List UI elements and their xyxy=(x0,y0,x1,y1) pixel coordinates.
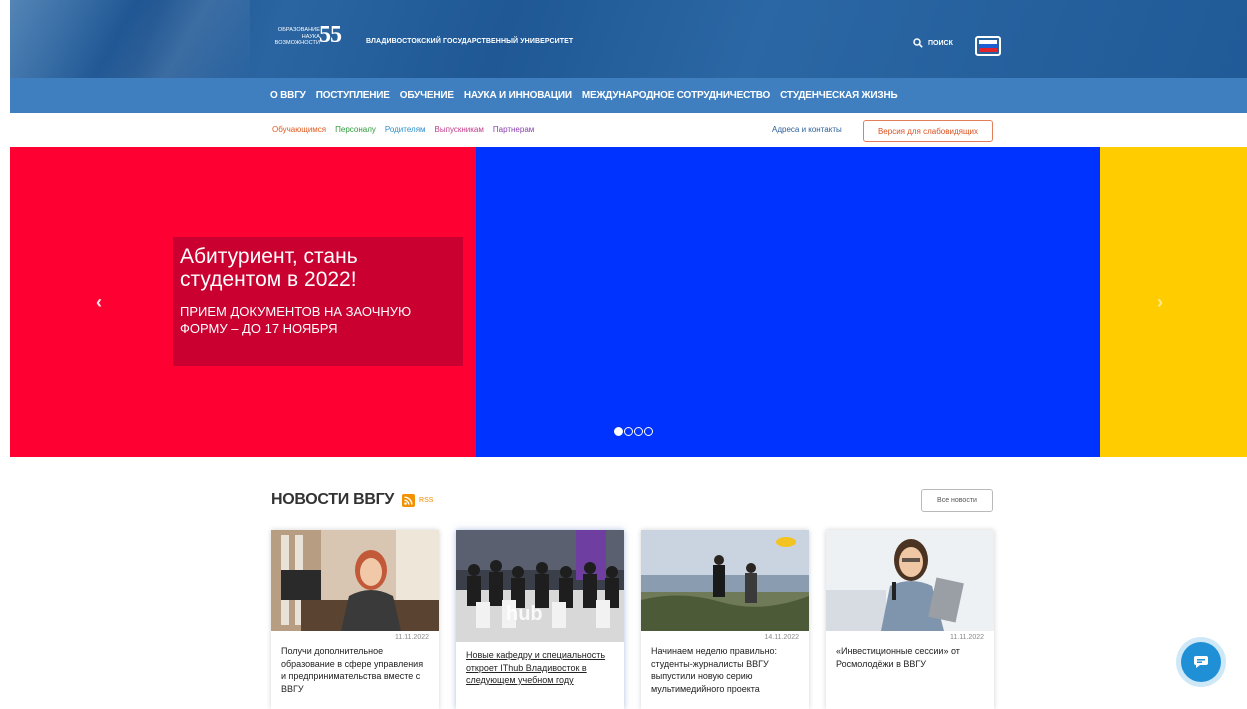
news-card[interactable]: 11.11.2022 «Инвестиционные сессии» от Ро… xyxy=(826,530,994,709)
news-image-group: hub xyxy=(456,530,624,642)
svg-text:hub: hub xyxy=(506,603,543,625)
news-headline[interactable]: Новые кафедру и специальность откроет IT… xyxy=(456,642,624,687)
university-name: ВЛАДИВОСТОКСКИЙ ГОСУДАРСТВЕННЫЙ УНИВЕРСИ… xyxy=(366,38,574,45)
nav-item-science[interactable]: НАУКА И ИННОВАЦИИ xyxy=(464,90,572,101)
slide-blue-panel xyxy=(476,147,1100,457)
page: ОБРАЗОВАНИЕ НАУКА ВОЗМОЖНОСТИ 55 ВЛАДИВО… xyxy=(0,0,1247,709)
nav-item-international[interactable]: МЕЖДУНАРОДНОЕ СОТРУДНИЧЕСТВО xyxy=(582,90,770,101)
slider-dot[interactable] xyxy=(614,427,623,436)
audience-links: Обучающимся Персоналу Родителям Выпускни… xyxy=(272,125,534,134)
slide-caption-text: ПРИЕМ ДОКУМЕНТОВ НА ЗАОЧНУЮ ФОРМУ – ДО 1… xyxy=(180,304,412,336)
rss-link[interactable]: RSS xyxy=(419,497,433,504)
slide-caption-title: Абитуриент, стань студентом в 2022! xyxy=(180,245,358,291)
news-date: 11.11.2022 xyxy=(395,634,429,641)
news-title: НОВОСТИ ВВГУ xyxy=(271,491,395,508)
audience-link-parents[interactable]: Родителям xyxy=(385,125,426,134)
news-image-office xyxy=(271,530,439,631)
slider-prev-arrow-icon[interactable]: ‹ xyxy=(96,292,102,313)
search-button[interactable]: ПОИСК xyxy=(913,38,953,48)
audience-link-partners[interactable]: Партнерам xyxy=(493,125,534,134)
logo-number: 55 xyxy=(319,22,342,48)
slider-next-arrow-icon[interactable]: › xyxy=(1157,292,1163,313)
nav-item-education[interactable]: ОБУЧЕНИЕ xyxy=(400,90,454,101)
news-image-city xyxy=(641,530,809,631)
news-headline[interactable]: Начинаем неделю правильно: студенты-журн… xyxy=(641,643,809,695)
search-label: ПОИСК xyxy=(928,39,953,47)
audience-link-students[interactable]: Обучающимся xyxy=(272,125,326,134)
slider-dots xyxy=(614,427,653,436)
university-logo[interactable]: ОБРАЗОВАНИЕ НАУКА ВОЗМОЖНОСТИ 55 xyxy=(268,22,348,56)
audience-link-graduates[interactable]: Выпускникам xyxy=(435,125,484,134)
nav-item-student-life[interactable]: СТУДЕНЧЕСКАЯ ЖИЗНЬ xyxy=(780,90,898,101)
audience-bar: Обучающимся Персоналу Родителям Выпускни… xyxy=(10,113,1247,147)
news-card[interactable]: 14.11.2022 Начинаем неделю правильно: ст… xyxy=(641,530,809,709)
news-grid: 11.11.2022 Получи дополнительное образов… xyxy=(271,530,994,709)
chat-icon xyxy=(1194,656,1208,668)
main-nav: О ВВГУ ПОСТУПЛЕНИЕ ОБУЧЕНИЕ НАУКА И ИННО… xyxy=(10,78,1247,113)
news-card[interactable]: hub Новые кафедру и специальность открое… xyxy=(456,530,624,709)
audience-link-staff[interactable]: Персоналу xyxy=(335,125,376,134)
news-card[interactable]: 11.11.2022 Получи дополнительное образов… xyxy=(271,530,439,709)
news-headline[interactable]: «Инвестиционные сессии» от Росмолодёжи в… xyxy=(826,643,994,670)
search-icon xyxy=(913,38,923,48)
slider-dot[interactable] xyxy=(634,427,643,436)
logo-words: ОБРАЗОВАНИЕ НАУКА ВОЗМОЖНОСТИ xyxy=(274,27,320,46)
slide-yellow-panel xyxy=(1100,147,1247,457)
chat-button[interactable] xyxy=(1176,637,1226,687)
news-header: НОВОСТИ ВВГУ RSS xyxy=(271,491,433,509)
slider-dot[interactable] xyxy=(624,427,633,436)
slide-caption[interactable]: Абитуриент, стань студентом в 2022! ПРИЕ… xyxy=(173,237,463,366)
low-vision-button[interactable]: Версия для слабовидящих xyxy=(863,120,993,142)
nav-item-about[interactable]: О ВВГУ xyxy=(270,90,306,101)
news-date: 11.11.2022 xyxy=(950,634,984,641)
news-image-speaker xyxy=(826,530,994,631)
nav-item-admission[interactable]: ПОСТУПЛЕНИЕ xyxy=(316,90,390,101)
hero-slider: Абитуриент, стань студентом в 2022! ПРИЕ… xyxy=(10,147,1247,457)
contacts-link[interactable]: Адреса и контакты xyxy=(772,125,842,134)
slider-dot[interactable] xyxy=(644,427,653,436)
news-date: 14.11.2022 xyxy=(764,634,799,641)
all-news-button[interactable]: Все новости xyxy=(921,489,993,512)
news-headline[interactable]: Получи дополнительное образование в сфер… xyxy=(271,643,439,695)
russian-flag-icon[interactable] xyxy=(975,36,1001,56)
rss-icon[interactable] xyxy=(402,493,416,507)
top-header: ОБРАЗОВАНИЕ НАУКА ВОЗМОЖНОСТИ 55 ВЛАДИВО… xyxy=(10,0,1247,78)
